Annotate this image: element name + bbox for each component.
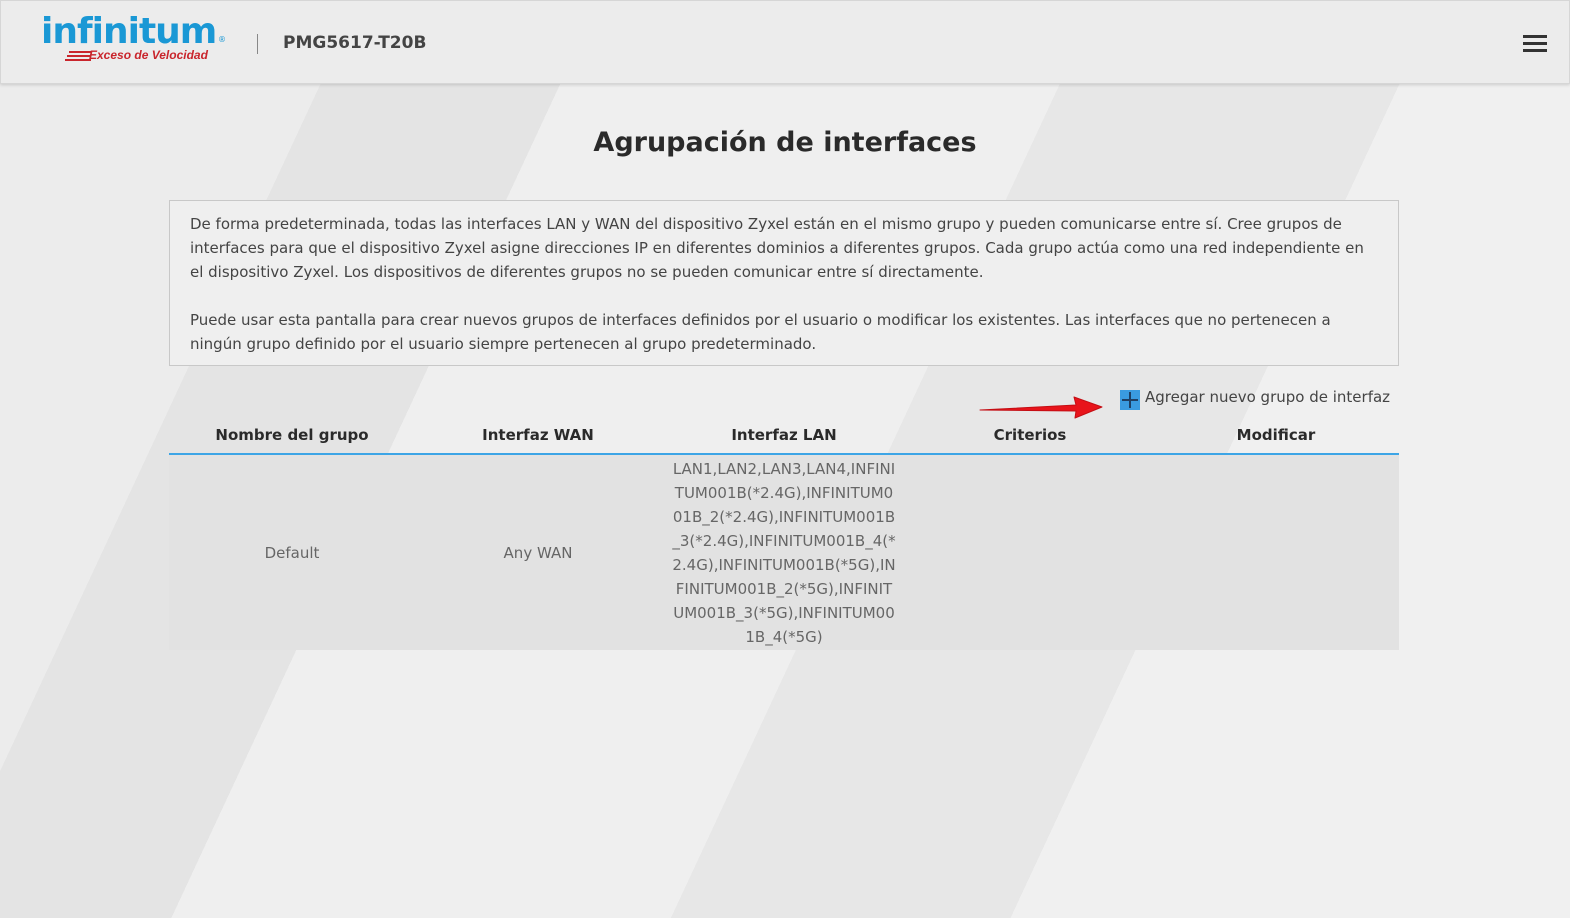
logo-registered-mark: ® [218, 35, 226, 44]
page-title: Agrupación de interfaces [593, 127, 977, 158]
hamburger-menu-icon[interactable] [1521, 33, 1551, 55]
description-box: De forma predeterminada, todas las inter… [169, 200, 1399, 366]
column-header-wan: Interfaz WAN [415, 416, 661, 455]
header-divider [257, 34, 258, 54]
lan-interface-list: LAN1,LAN2,LAN3,LAN4,INFINITUM001B(*2.4G)… [672, 459, 896, 646]
column-header-lan: Interfaz LAN [661, 416, 907, 455]
plus-icon[interactable] [1120, 390, 1140, 410]
column-header-modify: Modificar [1153, 416, 1399, 455]
group-name-cell: Default [169, 454, 415, 650]
top-header: infinitum ® Exceso de Velocidad PMG5617-… [0, 0, 1570, 84]
interface-group-table: Nombre del grupo Interfaz WAN Interfaz L… [169, 416, 1399, 650]
table-header-row: Nombre del grupo Interfaz WAN Interfaz L… [169, 416, 1399, 455]
criteria-cell [907, 454, 1153, 650]
logo-wordmark: infinitum [41, 11, 217, 52]
table-row: Default Any WAN LAN1,LAN2,LAN3,LAN4,INFI… [169, 454, 1399, 650]
description-paragraph-1: De forma predeterminada, todas las inter… [190, 215, 1364, 281]
add-interface-group-button[interactable]: Agregar nuevo grupo de interfaz [1120, 385, 1390, 410]
description-paragraph-2: Puede usar esta pantalla para crear nuev… [190, 311, 1331, 353]
wan-interface-cell: Any WAN [415, 454, 661, 650]
add-interface-group-label[interactable]: Agregar nuevo grupo de interfaz [1145, 388, 1390, 406]
logo-tagline: Exceso de Velocidad [89, 48, 208, 62]
logo-speed-lines-icon [65, 51, 91, 61]
infinitum-logo[interactable]: infinitum ® Exceso de Velocidad [41, 11, 231, 65]
modify-cell [1153, 454, 1399, 650]
column-header-group-name: Nombre del grupo [169, 416, 415, 455]
device-model: PMG5617-T20B [283, 33, 427, 53]
column-header-criteria: Criterios [907, 416, 1153, 455]
lan-interface-cell: LAN1,LAN2,LAN3,LAN4,INFINITUM001B(*2.4G)… [661, 454, 907, 650]
